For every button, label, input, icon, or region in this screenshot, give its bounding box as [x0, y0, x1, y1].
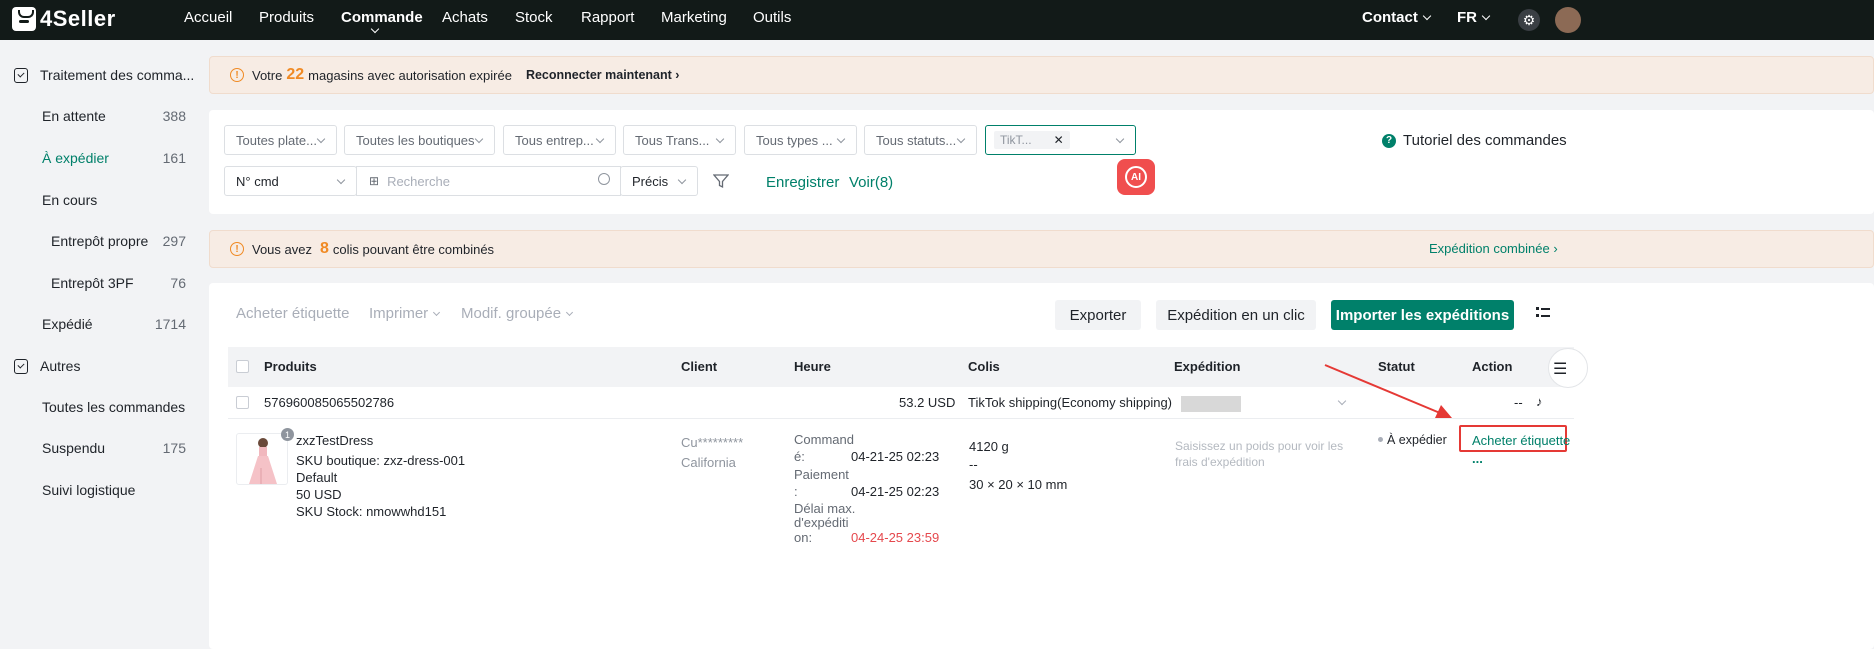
floating-tools-button[interactable]: ☰	[1548, 348, 1588, 388]
list-icon: ☰	[1553, 361, 1568, 378]
annotation-arrow	[1324, 364, 1452, 418]
